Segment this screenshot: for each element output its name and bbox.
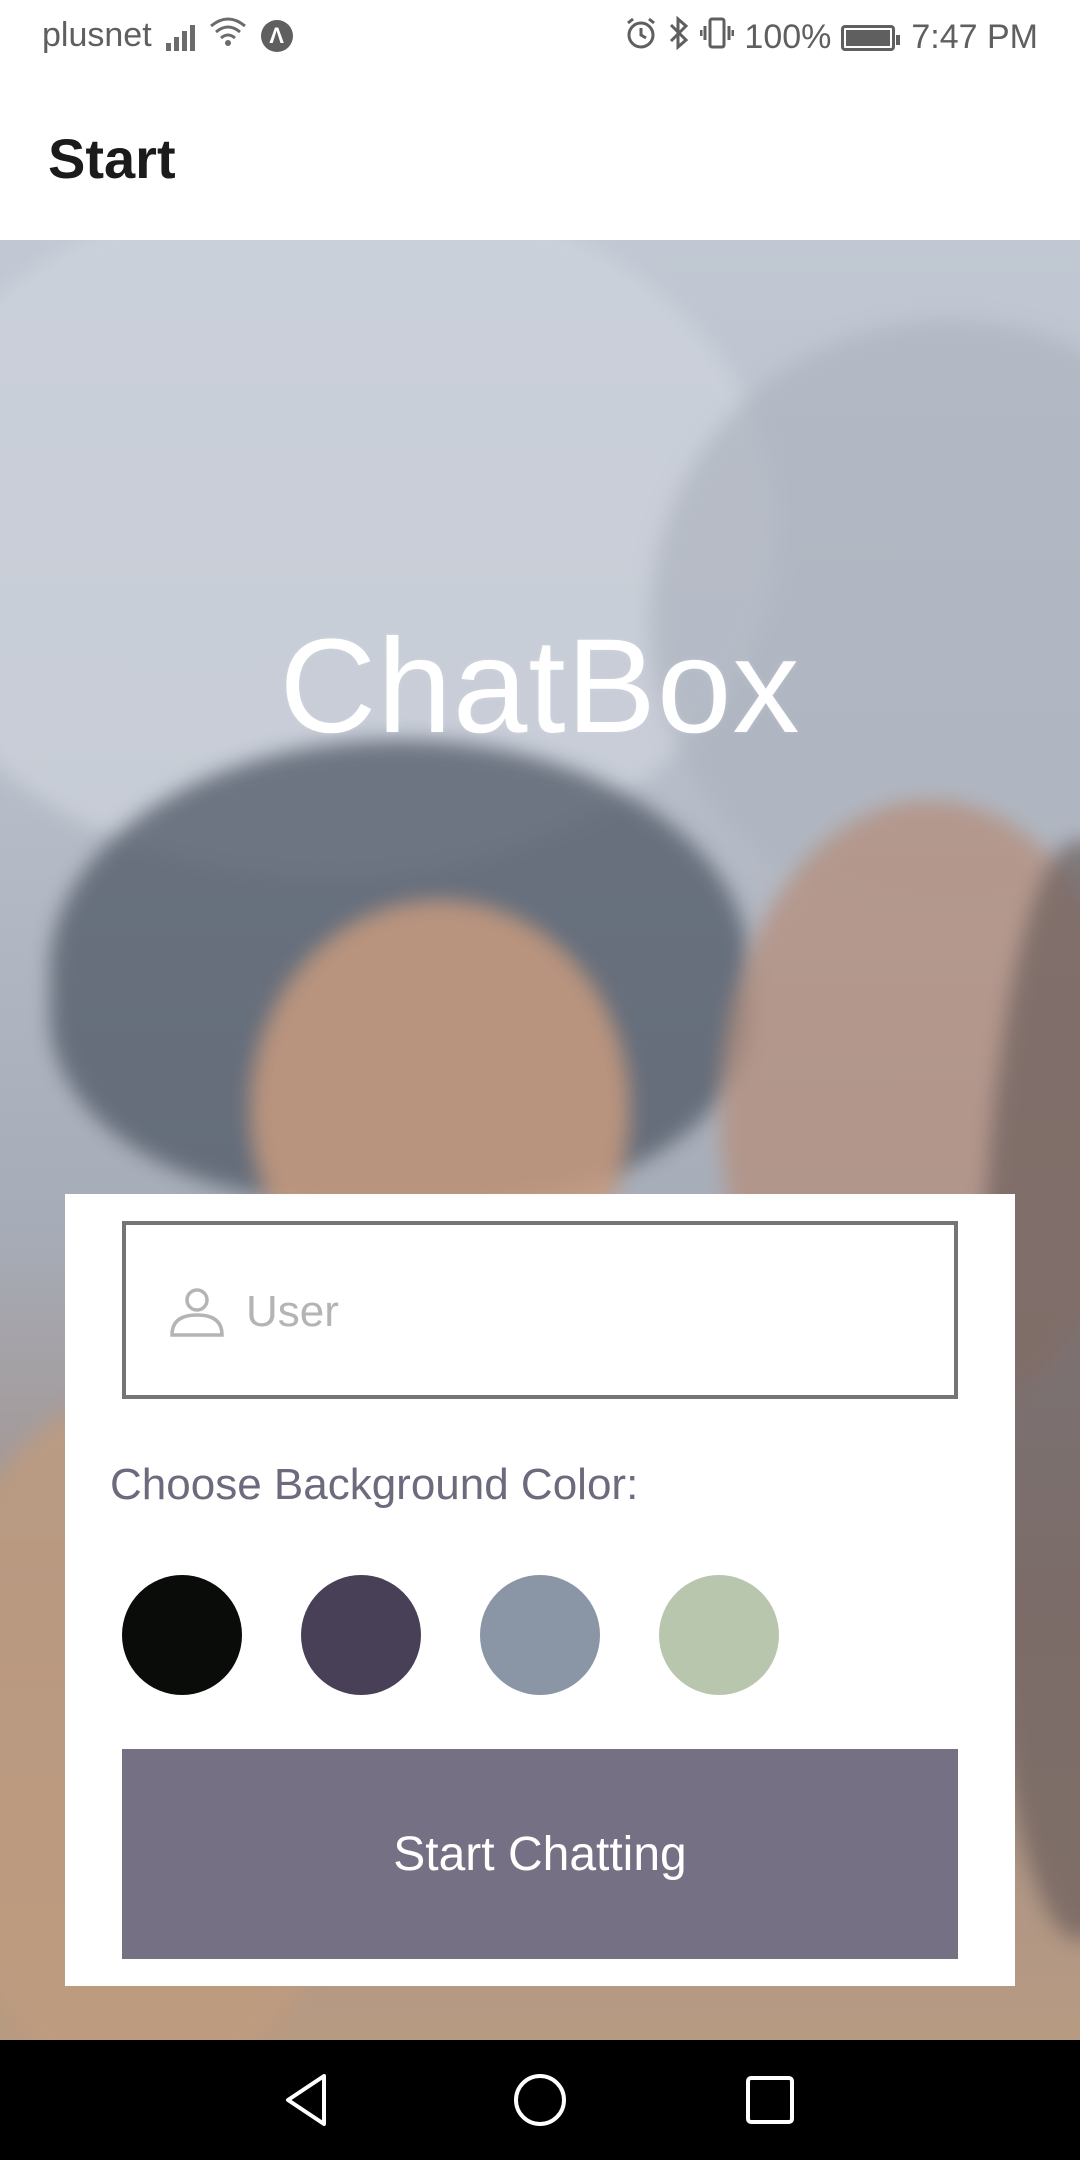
bluetooth-icon bbox=[668, 15, 690, 59]
start-form-card: User Choose Background Color: Start Chat… bbox=[65, 1194, 1015, 1986]
battery-icon bbox=[841, 24, 901, 51]
color-swatch-sage[interactable] bbox=[659, 1575, 779, 1695]
person-icon bbox=[170, 1288, 224, 1337]
wifi-icon bbox=[209, 16, 247, 55]
color-choice-label: Choose Background Color: bbox=[110, 1460, 639, 1509]
username-input[interactable]: User bbox=[122, 1221, 958, 1399]
recents-icon[interactable] bbox=[738, 2068, 802, 2132]
clock: 7:47 PM bbox=[911, 18, 1038, 56]
username-placeholder: User bbox=[246, 1287, 339, 1336]
color-swatch-slate[interactable] bbox=[480, 1575, 600, 1695]
back-icon[interactable] bbox=[276, 2068, 340, 2132]
app-bar: Start bbox=[0, 74, 1080, 240]
screen-title: Start bbox=[48, 127, 176, 190]
home-icon[interactable] bbox=[508, 2068, 572, 2132]
battery-percent: 100% bbox=[744, 18, 832, 56]
navigation-bar bbox=[0, 2040, 1080, 2160]
status-bar: plusnet Λ 100% 7:47 PM bbox=[0, 0, 1080, 74]
signal-icon bbox=[165, 21, 195, 51]
vibrate-icon bbox=[699, 16, 735, 59]
arrow-a-icon: Λ bbox=[260, 19, 293, 52]
alarm-icon bbox=[624, 16, 658, 59]
color-swatch-purple[interactable] bbox=[301, 1575, 421, 1695]
app-name: ChatBox bbox=[279, 612, 801, 761]
carrier-name: plusnet bbox=[42, 16, 152, 54]
color-swatch-black[interactable] bbox=[122, 1575, 242, 1695]
start-chatting-button[interactable]: Start Chatting bbox=[122, 1749, 958, 1959]
